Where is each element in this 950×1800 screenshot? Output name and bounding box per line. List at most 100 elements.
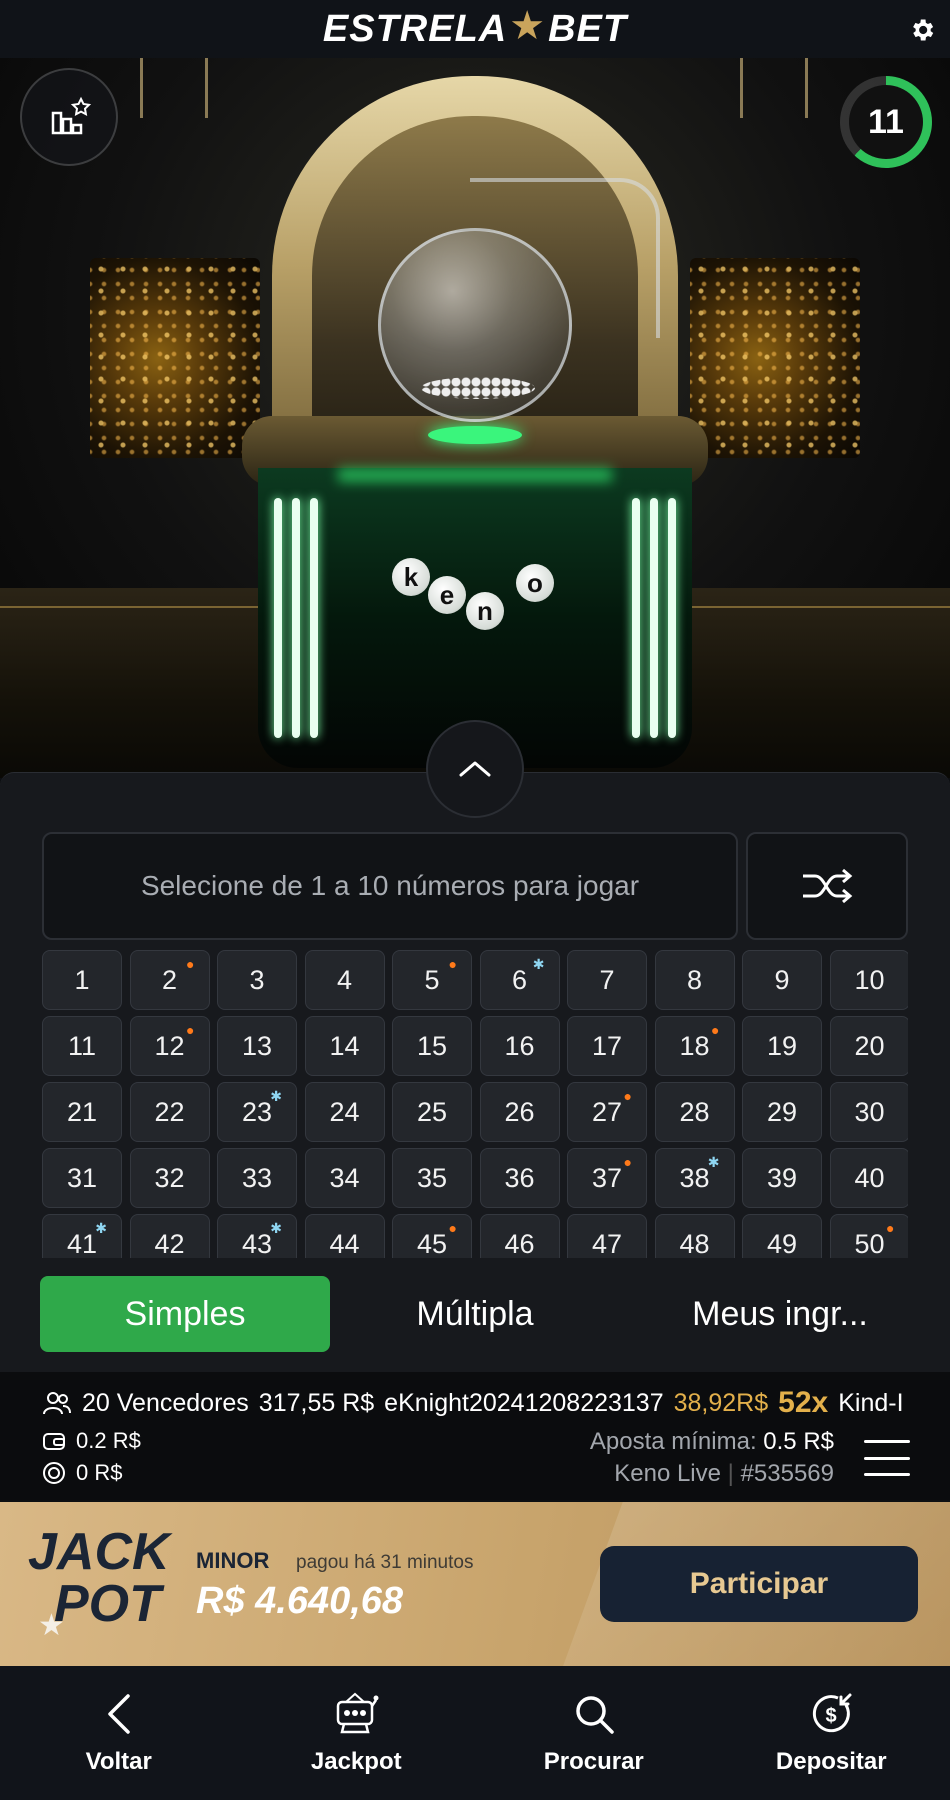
number-cell[interactable]: 32 [129,1148,210,1208]
brand-right: BET [548,7,628,50]
number-cell[interactable]: 17 [567,1016,647,1076]
number-cell[interactable]: 39 [742,1148,822,1208]
tab-my-tickets[interactable]: Meus ingr... [630,1276,930,1352]
number-cell[interactable]: 31 [42,1148,122,1208]
number-label: 39 [766,1162,798,1193]
statistics-button[interactable] [20,68,118,166]
number-label: 43 [241,1228,273,1259]
keno-letter-ball: e [428,576,466,614]
keno-letter-ball: o [516,564,554,602]
number-cell[interactable]: 36 [479,1148,560,1208]
number-label: 32 [154,1162,185,1193]
menu-hamburger-icon[interactable] [864,1440,910,1476]
number-cell[interactable]: 34 [304,1148,385,1208]
number-label: 21 [66,1096,98,1127]
gear-icon[interactable] [906,14,938,46]
min-bet-value: 0.5 R$ [763,1428,834,1455]
game-name: Keno Live [614,1460,721,1487]
number-cell[interactable]: 37 ● [567,1148,647,1208]
number-cell[interactable]: 1 [42,950,122,1010]
shuffle-icon [803,868,853,904]
number-cell[interactable]: 26 [479,1082,560,1142]
number-cell[interactable]: 41 ✱ [42,1214,122,1258]
number-label: 17 [591,1030,623,1061]
number-cell[interactable]: 23 ✱ [217,1082,297,1142]
number-cell[interactable]: 35 [392,1148,472,1208]
number-cell[interactable]: 13 [217,1016,297,1076]
number-cell[interactable]: 28 [654,1082,735,1142]
nav-search[interactable]: Procurar [475,1666,713,1800]
participate-button[interactable]: Participar [600,1546,918,1622]
nav-label: Jackpot [310,1748,402,1775]
random-pick-button[interactable] [746,832,908,940]
number-cell[interactable]: 5 ● [392,950,472,1010]
round-timer: 11 [840,76,932,168]
number-cell[interactable]: 49 [742,1214,822,1258]
number-cell[interactable]: 27 ● [567,1082,647,1142]
number-cell[interactable]: 2 ● [129,950,210,1010]
number-cell[interactable]: 3 [217,950,297,1010]
nav-back[interactable]: Voltar [0,1666,238,1800]
number-cell[interactable]: 24 [304,1082,385,1142]
collapse-panel-button[interactable] [426,720,524,818]
number-cell[interactable]: 44 [304,1214,385,1258]
number-cell[interactable]: 6 ✱ [479,950,560,1010]
number-cell[interactable]: 45 ● [392,1214,472,1258]
tab-label: Múltipla [416,1294,534,1333]
number-label: 47 [591,1228,623,1259]
number-cell[interactable]: 30 [829,1082,908,1142]
number-cell[interactable]: 47 [567,1214,647,1258]
decor-line [805,58,808,118]
number-cell[interactable]: 40 [829,1148,908,1208]
number-label: 7 [599,964,615,995]
number-label: 33 [241,1162,273,1193]
number-cell[interactable]: 8 [654,950,735,1010]
number-cell[interactable]: 29 [742,1082,822,1142]
keno-app: ESTRELA ★ BET k e n o 11 Selecione de 1 … [0,0,950,1800]
jackpot-banner: JACK POT ★ MINOR pagou há 31 minutos R$ … [0,1502,950,1666]
number-label: 9 [774,964,790,995]
number-cell[interactable]: 22 [129,1082,210,1142]
number-cell[interactable]: 20 [829,1016,908,1076]
number-cell[interactable]: 14 [304,1016,385,1076]
number-grid: 1 2 ● 3 4 5 ● 6 ✱ 7 8 9 10 11 12 ● 13 14 15 16 17 18 ● 19 20 21 22… [42,950,908,1258]
number-cell[interactable]: 16 [479,1016,560,1076]
number-cell[interactable]: 11 [42,1016,122,1076]
number-cell[interactable]: 33 [217,1148,297,1208]
tab-label: Simples [124,1294,246,1333]
number-label: 20 [854,1030,885,1061]
number-cell[interactable]: 9 [742,950,822,1010]
game-round: Keno Live | #535569 [614,1460,834,1488]
number-cell[interactable]: 38 ✱ [654,1148,735,1208]
bottom-navigation: Voltar Jackpot Procurar $ Depositar [0,1666,950,1800]
number-label: 2 [161,964,178,995]
balance-value: 0.2 R$ [76,1428,141,1453]
star-icon: ★ [509,4,547,48]
number-cell[interactable]: 43 ✱ [217,1214,297,1258]
number-label: 6 [511,964,528,995]
nav-jackpot[interactable]: Jackpot [238,1666,476,1800]
number-cell[interactable]: 25 [392,1082,472,1142]
number-cell[interactable]: 21 [42,1082,122,1142]
number-cell[interactable]: 18 ● [654,1016,735,1076]
number-cell[interactable]: 42 [129,1214,210,1258]
number-cell[interactable]: 48 [654,1214,735,1258]
chevron-up-icon [459,761,491,777]
globe-pedestal [428,426,522,444]
number-cell[interactable]: 50 ● [829,1214,908,1258]
number-label: 19 [766,1030,798,1061]
number-cell[interactable]: 19 [742,1016,822,1076]
number-label: 27 [591,1096,623,1127]
brand-logo[interactable]: ESTRELA ★ BET [323,4,628,52]
star-icon: ★ [38,1609,65,1642]
tab-multipla[interactable]: Múltipla [340,1276,610,1352]
number-cell[interactable]: 7 [567,950,647,1010]
number-cell[interactable]: 10 [829,950,908,1010]
number-cell[interactable]: 4 [304,950,385,1010]
number-cell[interactable]: 12 ● [129,1016,210,1076]
tab-simples[interactable]: Simples [40,1276,330,1352]
number-cell[interactable]: 15 [392,1016,472,1076]
number-cell[interactable]: 46 [479,1214,560,1258]
nav-deposit[interactable]: $ Depositar [713,1666,950,1800]
number-label: 35 [416,1162,448,1193]
